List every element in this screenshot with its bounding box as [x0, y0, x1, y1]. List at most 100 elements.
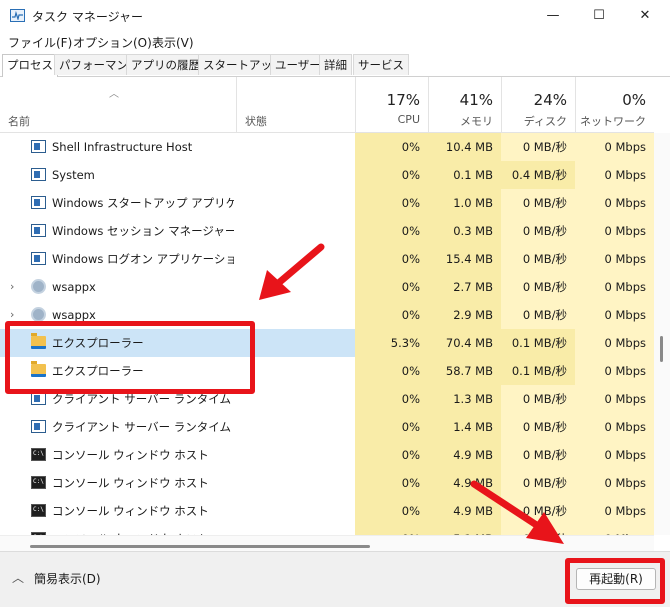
memory-total: 41%	[459, 91, 493, 109]
process-net-value: 0 Mbps	[575, 469, 654, 497]
memory-header-label: メモリ	[460, 115, 493, 128]
cpu-total: 17%	[386, 91, 420, 109]
process-disk-value: 0 MB/秒	[501, 385, 575, 413]
expand-chevron-icon[interactable]: ›	[10, 273, 14, 301]
process-row[interactable]: Windows スタートアップ アプリケーシ... 0%1.0 MB0 MB/秒0…	[0, 189, 654, 217]
process-mem-value: 2.7 MB	[428, 273, 501, 301]
process-mem-value: 15.4 MB	[428, 245, 501, 273]
process-mem-value: 1.4 MB	[428, 413, 501, 441]
cpu-column-header[interactable]: 17% CPU	[355, 77, 428, 132]
process-name: コンソール ウィンドウ ホスト	[52, 448, 209, 462]
process-console-icon	[31, 476, 46, 489]
process-row[interactable]: Windows セッション マネージャー 0% 0.3 MB 0 MB/秒 0 Mbps	[0, 217, 654, 245]
menu-bar: ファイル(F) オプション(O) 表示(V)	[0, 32, 670, 52]
process-name: Windows スタートアップ アプリケーシ...	[52, 196, 234, 210]
task-manager-icon	[10, 9, 25, 22]
process-app-icon	[31, 196, 46, 209]
tab-details[interactable]: 詳細	[319, 54, 352, 75]
process-mem-value: 1.3 MB	[428, 385, 501, 413]
cpu-header-label: CPU	[397, 113, 420, 126]
vertical-scroll-thumb[interactable]	[660, 336, 663, 362]
process-net-value: 0 Mbps	[575, 217, 654, 245]
menu-file[interactable]: ファイル(F)	[8, 34, 72, 51]
process-row[interactable]: › wsappx 0% 2.7 MB 0 MB/秒 0 Mbps	[0, 273, 654, 301]
process-disk-value: 0 MB/秒	[501, 441, 575, 469]
network-header-label: ネットワーク	[580, 115, 646, 128]
process-mem-value: 1.0 MB	[428, 189, 501, 217]
fewer-details-link[interactable]: 簡易表示(D)	[34, 570, 101, 587]
highlight-box-explorer-rows	[5, 321, 255, 394]
process-cpu-value: 0%	[355, 273, 428, 301]
process-row[interactable]: クライアント サーバー ランタイム プロセス 0%1.4 MB0 MB/秒0 Mb…	[0, 413, 654, 441]
menu-options[interactable]: オプション(O)	[73, 34, 152, 51]
process-disk-value: 0 MB/秒	[501, 133, 575, 161]
process-name: Shell Infrastructure Host	[52, 140, 193, 154]
network-column-header[interactable]: 0% ネットワーク	[575, 77, 654, 132]
process-disk-value: 0 MB/秒	[501, 301, 575, 329]
process-cpu-value: 0%	[355, 245, 428, 273]
process-console-icon	[31, 448, 46, 461]
process-cpu-value: 0%	[355, 525, 428, 535]
memory-column-header[interactable]: 41% メモリ	[428, 77, 501, 132]
process-row[interactable]: Shell Infrastructure Host 0% 10.4 MB 0 MB/秒…	[0, 133, 654, 161]
highlight-box-restart	[565, 558, 665, 604]
annotation-arrow-to-restart	[470, 480, 564, 544]
disk-column-header[interactable]: 24% ディスク	[501, 77, 575, 132]
tab-services[interactable]: サービス	[353, 54, 409, 75]
process-row[interactable]: System 0% 0.1 MB 0.4 MB/秒 0 Mbps	[0, 161, 654, 189]
process-console-icon	[31, 504, 46, 517]
name-header-label: 名前	[8, 115, 30, 128]
title-bar: タスク マネージャー — ☐ ✕	[0, 0, 670, 32]
process-net-value: 0 Mbps	[575, 385, 654, 413]
column-header: ︿ 名前 状態 17% CPU 41% メモリ 24% ディスク 0% ネットワ…	[0, 77, 654, 133]
status-column-header[interactable]: 状態	[236, 77, 355, 132]
chevron-up-icon[interactable]: ︿	[12, 569, 24, 586]
process-name: wsappx	[52, 280, 96, 294]
annotation-arrow-to-explorer	[259, 243, 325, 300]
process-row[interactable]: Windows ログオン アプリケーション 0% 15.4 MB 0 MB/秒 0 Mb…	[0, 245, 654, 273]
process-cpu-value: 5.3%	[355, 329, 428, 357]
tab-processes[interactable]: プロセス	[2, 54, 58, 77]
process-disk-value: 0 MB/秒	[501, 273, 575, 301]
process-cpu-value: 0%	[355, 189, 428, 217]
process-net-value: 0 Mbps	[575, 245, 654, 273]
process-cpu-value: 0%	[355, 161, 428, 189]
process-name: コンソール ウィンドウ ホスト	[52, 525, 234, 535]
process-name: System	[52, 168, 95, 182]
disk-header-label: ディスク	[523, 115, 567, 128]
process-net-value: 0 Mbps	[575, 161, 654, 189]
sort-up-icon: ︿	[109, 89, 119, 100]
minimize-button[interactable]: —	[530, 0, 576, 32]
process-cpu-value: 0%	[355, 217, 428, 245]
name-column-header[interactable]: ︿ 名前	[0, 77, 236, 132]
process-net-value: 0 Mbps	[575, 133, 654, 161]
process-cpu-value: 0%	[355, 133, 428, 161]
process-net-value: 0 Mbps	[575, 357, 654, 385]
process-name: コンソール ウィンドウ ホスト	[52, 476, 209, 490]
process-app-icon	[31, 168, 46, 181]
process-name: クライアント サーバー ランタイム プロセス	[52, 420, 234, 434]
horizontal-scroll-thumb[interactable]	[30, 545, 370, 548]
tab-users[interactable]: ユーザー	[270, 54, 326, 75]
process-row[interactable]: コンソール ウィンドウ ホスト 0%4.9 MB0 MB/秒0 Mbps	[0, 441, 654, 469]
process-app-icon	[31, 140, 46, 153]
network-total: 0%	[622, 91, 646, 109]
process-mem-value: 0.1 MB	[428, 161, 501, 189]
status-header-label: 状態	[245, 115, 267, 128]
process-disk-value: 0.1 MB/秒	[501, 357, 575, 385]
process-net-value: 0 Mbps	[575, 413, 654, 441]
maximize-button[interactable]: ☐	[576, 0, 622, 32]
tab-app-history[interactable]: アプリの履歴	[126, 54, 205, 75]
tab-bar: プロセス パフォーマンス アプリの履歴 スタートアップ ユーザー 詳細 サービス	[0, 54, 670, 77]
process-name: コンソール ウィンドウ ホスト	[52, 504, 209, 518]
process-gear-icon	[31, 279, 46, 294]
process-disk-value: 0 MB/秒	[501, 413, 575, 441]
process-disk-value: 0 MB/秒	[501, 245, 575, 273]
process-cpu-value: 0%	[355, 301, 428, 329]
vertical-scrollbar[interactable]	[654, 133, 670, 535]
close-button[interactable]: ✕	[622, 0, 668, 32]
process-mem-value: 2.9 MB	[428, 301, 501, 329]
process-mem-value: 58.7 MB	[428, 357, 501, 385]
menu-view[interactable]: 表示(V)	[152, 34, 194, 51]
process-disk-value: 0.1 MB/秒	[501, 329, 575, 357]
